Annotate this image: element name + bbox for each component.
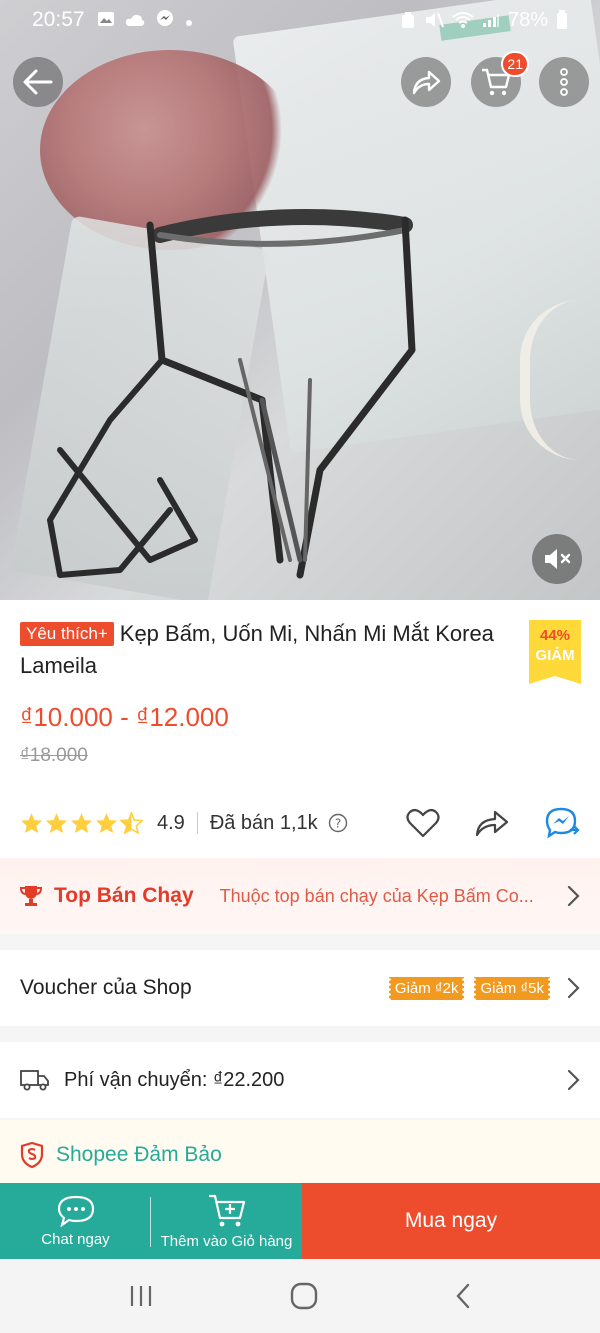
discount-percent: 44%: [539, 627, 571, 644]
battery-percent: 78%: [507, 8, 548, 31]
product-actions: [406, 806, 580, 840]
shop-voucher-row[interactable]: Voucher của Shop Giảm ₫2k Giảm ₫5k: [0, 950, 600, 1026]
preferred-plus-badge: Yêu thích+: [20, 622, 114, 646]
add-to-cart-icon: [208, 1194, 245, 1226]
chat-now-button[interactable]: Chat ngay: [0, 1183, 151, 1259]
shipping-fee-label: Phí vận chuyển: ₫22.200: [64, 1068, 285, 1091]
voucher-label: Voucher của Shop: [20, 976, 192, 999]
chevron-right-icon: [567, 885, 580, 907]
wifi-icon: [452, 12, 474, 28]
original-price: ₫18.000: [20, 745, 88, 766]
price-range: ₫10.000 - ₫12.000: [20, 702, 229, 732]
top-seller-description: Thuộc top bán chạy của Kẹp Bấm Co...: [219, 885, 534, 906]
recent-apps-icon[interactable]: [128, 1284, 154, 1308]
arrow-left-icon: [23, 69, 53, 95]
rating-row: 4.9 Đã bán 1,1k ?: [20, 805, 580, 841]
add-to-cart-button[interactable]: Thêm vào Giỏ hàng: [151, 1183, 302, 1259]
product-image-carousel[interactable]: 20:57 78% 21: [0, 0, 600, 600]
back-button[interactable]: [13, 57, 63, 107]
messenger-share-icon[interactable]: [544, 806, 580, 840]
dot-icon: [185, 19, 192, 26]
chat-bubble-icon: [57, 1195, 94, 1227]
bottom-action-bar: Chat ngay Thêm vào Giỏ hàng Mua ngay: [0, 1183, 600, 1259]
chevron-right-icon: [567, 977, 580, 999]
alarm-icon: [401, 12, 414, 28]
secondary-actions: Chat ngay Thêm vào Giỏ hàng: [0, 1183, 302, 1259]
mute-status-icon: [425, 12, 444, 28]
signal-icon: [482, 14, 499, 27]
chat-now-label: Chat ngay: [41, 1230, 110, 1248]
share-icon: [412, 70, 441, 95]
video-mute-button[interactable]: [532, 534, 582, 584]
more-options-button[interactable]: [539, 57, 589, 107]
voucher-tags: Giảm ₫2k Giảm ₫5k: [387, 976, 551, 1000]
truck-icon: [20, 1070, 49, 1091]
add-to-cart-label: Thêm vào Giỏ hàng: [160, 1232, 293, 1250]
product-title: Yêu thích+ Kẹp Bấm, Uốn Mi, Nhấn Mi Mắt K…: [20, 618, 520, 682]
shipping-fee-row[interactable]: Phí vận chuyển: ₫22.200: [0, 1042, 600, 1118]
rating-value: 4.9: [157, 811, 185, 834]
cloud-icon: [126, 14, 145, 26]
buy-now-button[interactable]: Mua ngay: [302, 1183, 600, 1259]
messenger-icon: [157, 9, 174, 26]
battery-icon: [557, 10, 567, 29]
share-button[interactable]: [401, 57, 451, 107]
svg-text:?: ?: [334, 817, 340, 831]
back-nav-icon[interactable]: [454, 1282, 472, 1310]
action-divider: [150, 1197, 151, 1247]
status-bar: 20:57 78%: [0, 0, 600, 40]
product-info-section: Yêu thích+ Kẹp Bấm, Uốn Mi, Nhấn Mi Mắt K…: [0, 600, 600, 858]
star-icon: [70, 812, 93, 834]
help-icon[interactable]: ?: [328, 813, 348, 833]
top-seller-row[interactable]: Top Bán Chạy Thuộc top bán chạy của Kẹp …: [0, 858, 600, 934]
rating-stars: [20, 812, 143, 834]
chevron-right-icon: [567, 1069, 580, 1091]
cart-count-badge: 21: [501, 51, 529, 77]
image-icon: [97, 11, 114, 26]
status-time: 20:57: [32, 8, 85, 31]
star-icon: [95, 812, 118, 834]
voucher-tag: Giảm ₫5k: [473, 976, 551, 1000]
guarantee-label: Shopee Đảm Bảo: [56, 1143, 222, 1166]
discount-label: GIẢM: [535, 647, 575, 664]
home-icon[interactable]: [290, 1282, 318, 1310]
shopee-guarantee-row[interactable]: Shopee Đảm Bảo: [0, 1120, 600, 1190]
divider: [196, 812, 198, 834]
sold-count: Đã bán 1,1k: [209, 811, 318, 834]
trophy-icon: [20, 886, 42, 906]
star-half-icon: [120, 812, 143, 834]
star-icon: [45, 812, 68, 834]
more-vertical-icon: [560, 68, 568, 96]
shield-icon: [20, 1142, 44, 1168]
share-icon[interactable]: [474, 809, 510, 837]
notification-icons: [97, 9, 193, 32]
volume-off-icon: [545, 549, 571, 569]
voucher-tag: Giảm ₫2k: [387, 976, 465, 1000]
discount-badge: 44% GIẢM: [529, 620, 581, 684]
star-icon: [20, 812, 43, 834]
cart-button[interactable]: 21: [471, 51, 529, 107]
top-seller-title: Top Bán Chạy: [54, 884, 194, 907]
system-navigation-bar: [0, 1259, 600, 1333]
heart-icon[interactable]: [406, 808, 440, 838]
